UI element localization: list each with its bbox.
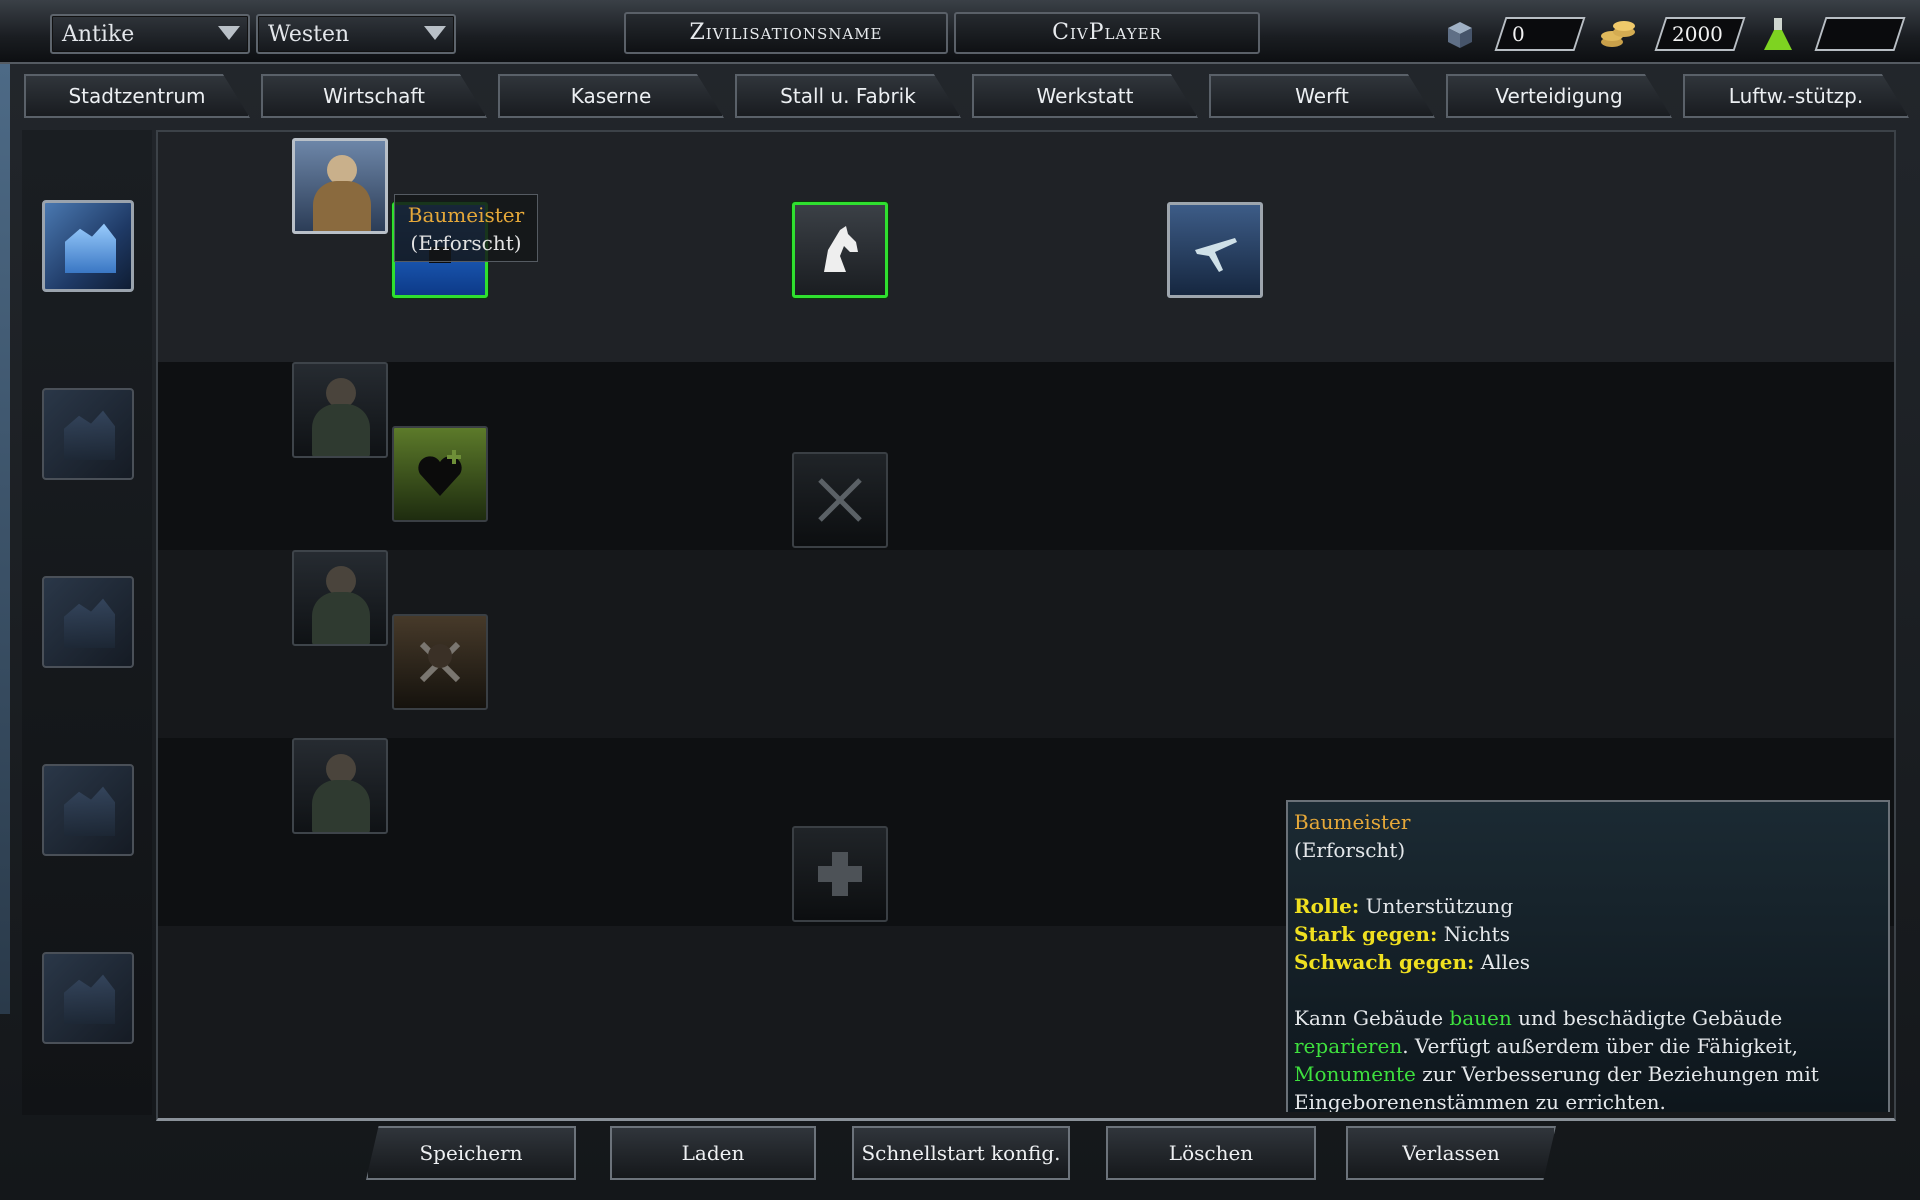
building-slot-5[interactable]	[42, 952, 134, 1044]
workshop-building-icon	[64, 974, 115, 1024]
building-slot-1[interactable]	[42, 200, 134, 292]
load-button[interactable]: Laden	[610, 1126, 816, 1180]
role-label: Rolle:	[1294, 894, 1360, 918]
economy-building-icon	[64, 410, 115, 460]
quickstart-config-button[interactable]: Schnellstart konfig.	[852, 1126, 1070, 1180]
aircraft-upgrade-icon	[1195, 238, 1237, 272]
tooltip-status: (Erforscht)	[410, 231, 522, 255]
unit-scout[interactable]	[292, 738, 388, 834]
tab-verteidigung[interactable]: Verteidigung	[1446, 74, 1672, 118]
upgrade-swords[interactable]	[792, 452, 888, 548]
upgrade-medic[interactable]	[792, 826, 888, 922]
upgrade-heart[interactable]	[392, 426, 488, 522]
hover-tooltip: Baumeister (Erforscht)	[394, 194, 538, 262]
crossed-bones-upgrade-icon	[419, 641, 461, 683]
desc-text: . Verfügt außerdem über die Fähigkeit,	[1402, 1034, 1799, 1058]
horse-upgrade-icon	[824, 226, 858, 272]
stable-building-icon	[64, 786, 115, 836]
supply-value: 0	[1512, 22, 1525, 46]
tab-werft[interactable]: Werft	[1209, 74, 1435, 118]
info-strong: Stark gegen: Nichts	[1294, 920, 1882, 948]
supply-counter: 0	[1494, 17, 1586, 51]
map-edge	[0, 64, 10, 1014]
weak-value: Alles	[1480, 950, 1531, 974]
unit-portrait-body	[312, 592, 370, 644]
tab-kaserne[interactable]: Kaserne	[498, 74, 724, 118]
region-dropdown[interactable]: Westen	[256, 14, 456, 54]
chevron-down-icon	[218, 26, 240, 40]
city-center-icon	[65, 223, 116, 273]
unit-builder[interactable]	[292, 138, 388, 234]
gold-coins-icon	[1601, 21, 1635, 47]
tab-luftwaffenstuetzpunkt[interactable]: Luftw.-stützp.	[1683, 74, 1909, 118]
tab-stall-fabrik[interactable]: Stall u. Fabrik	[735, 74, 961, 118]
strong-value: Nichts	[1443, 922, 1510, 946]
chevron-down-icon	[424, 26, 446, 40]
desc-keyword: Monumente	[1294, 1062, 1416, 1086]
unit-worker[interactable]	[292, 362, 388, 458]
supply-crates-icon	[1448, 22, 1472, 48]
unit-portrait-body	[313, 181, 371, 231]
unit-portrait-body	[312, 780, 370, 832]
gold-counter: 2000	[1654, 17, 1746, 51]
exit-button[interactable]: Verlassen	[1346, 1126, 1556, 1180]
weak-label: Schwach gegen:	[1294, 950, 1475, 974]
tab-wirtschaft[interactable]: Wirtschaft	[261, 74, 487, 118]
tab-stadtzentrum[interactable]: Stadtzentrum	[24, 74, 250, 118]
gold-value: 2000	[1672, 22, 1723, 46]
desc-text: und beschädigte Gebäude	[1511, 1006, 1783, 1030]
building-slot-2[interactable]	[42, 388, 134, 480]
era-value: Antike	[62, 22, 135, 47]
unit-portrait-body	[312, 404, 370, 456]
info-title: Baumeister	[1294, 810, 1411, 834]
delete-button[interactable]: Löschen	[1106, 1126, 1316, 1180]
upgrade-bones[interactable]	[392, 614, 488, 710]
desc-text: Kann Gebäude	[1294, 1006, 1450, 1030]
player-name-field[interactable]: CivPlayer	[954, 12, 1260, 54]
info-description: Kann Gebäude bauen und beschädigte Gebäu…	[1294, 1004, 1882, 1112]
research-counter	[1814, 17, 1906, 51]
strong-label: Stark gegen:	[1294, 922, 1438, 946]
building-slot-4[interactable]	[42, 764, 134, 856]
building-tabs: Stadtzentrum Wirtschaft Kaserne Stall u.…	[24, 74, 1909, 120]
upgrade-horse[interactable]	[792, 202, 888, 298]
unit-soldier[interactable]	[292, 550, 388, 646]
region-value: Westen	[268, 22, 350, 47]
building-slot-3[interactable]	[42, 576, 134, 668]
research-flask-icon	[1764, 18, 1792, 50]
desc-keyword: bauen	[1449, 1006, 1512, 1030]
info-status: (Erforscht)	[1294, 838, 1406, 862]
era-dropdown[interactable]: Antike	[50, 14, 250, 54]
save-button[interactable]: Speichern	[366, 1126, 576, 1180]
barracks-building-icon	[64, 598, 115, 648]
upgrade-aircraft[interactable]	[1167, 202, 1263, 298]
civ-name-field[interactable]: Zivilisationsname	[624, 12, 948, 54]
crossed-swords-upgrade-icon	[818, 478, 862, 522]
heart-plus-upgrade-icon	[418, 450, 462, 496]
role-value: Unterstützung	[1365, 894, 1514, 918]
unit-info-panel: Baumeister (Erforscht) Rolle: Unterstütz…	[1286, 800, 1890, 1112]
medic-cross-upgrade-icon	[818, 852, 862, 896]
tab-werkstatt[interactable]: Werkstatt	[972, 74, 1198, 118]
info-weak: Schwach gegen: Alles	[1294, 948, 1882, 976]
top-bar: Antike Westen Zivilisationsname CivPlaye…	[0, 0, 1920, 64]
desc-keyword: reparieren	[1294, 1034, 1403, 1058]
info-role: Rolle: Unterstützung	[1294, 892, 1882, 920]
tooltip-title: Baumeister	[407, 203, 525, 227]
